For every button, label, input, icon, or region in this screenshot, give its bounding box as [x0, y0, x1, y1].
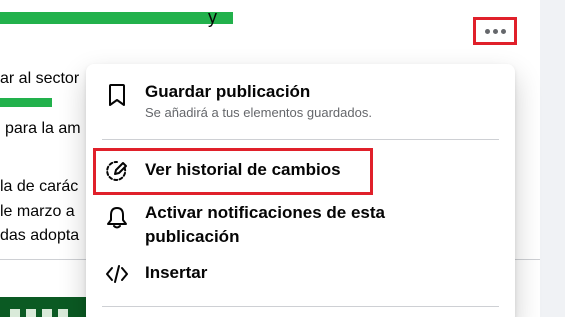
post-text-line: le marzo a	[0, 203, 75, 220]
menu-item-label: Insertar	[145, 263, 208, 282]
menu-item-save-post[interactable]: Guardar publicación Se añadirá a tus ele…	[94, 80, 507, 130]
menu-item-embed[interactable]: Insertar	[94, 261, 507, 291]
post-text-line: das adopta	[0, 227, 80, 244]
menu-item-label: Guardar publicación	[145, 82, 311, 101]
post-text-line: para la am	[5, 120, 81, 137]
bell-icon	[107, 207, 127, 229]
post-author-header: y	[208, 7, 217, 27]
code-icon	[106, 265, 128, 283]
menu-item-label: Activar notificaciones de esta	[145, 203, 385, 222]
post-text-line: la de carác	[0, 178, 79, 195]
menu-divider	[102, 306, 499, 307]
menu-item-label: publicación	[145, 227, 240, 246]
page-background	[540, 0, 565, 317]
redaction-mark-header	[0, 12, 233, 24]
post-text-line: ar al sector	[0, 70, 80, 87]
menu-item-description: Se añadirá a tus elementos guardados.	[145, 105, 372, 120]
menu-item-turn-on-notifications[interactable]: Activar notificaciones de esta publicaci…	[94, 201, 507, 251]
banner-image	[0, 297, 90, 317]
more-options-button[interactable]	[473, 17, 517, 45]
highlight-annotation	[93, 148, 373, 195]
bookmark-icon	[109, 84, 125, 106]
menu-divider	[102, 139, 499, 140]
more-horizontal-icon	[484, 28, 506, 34]
